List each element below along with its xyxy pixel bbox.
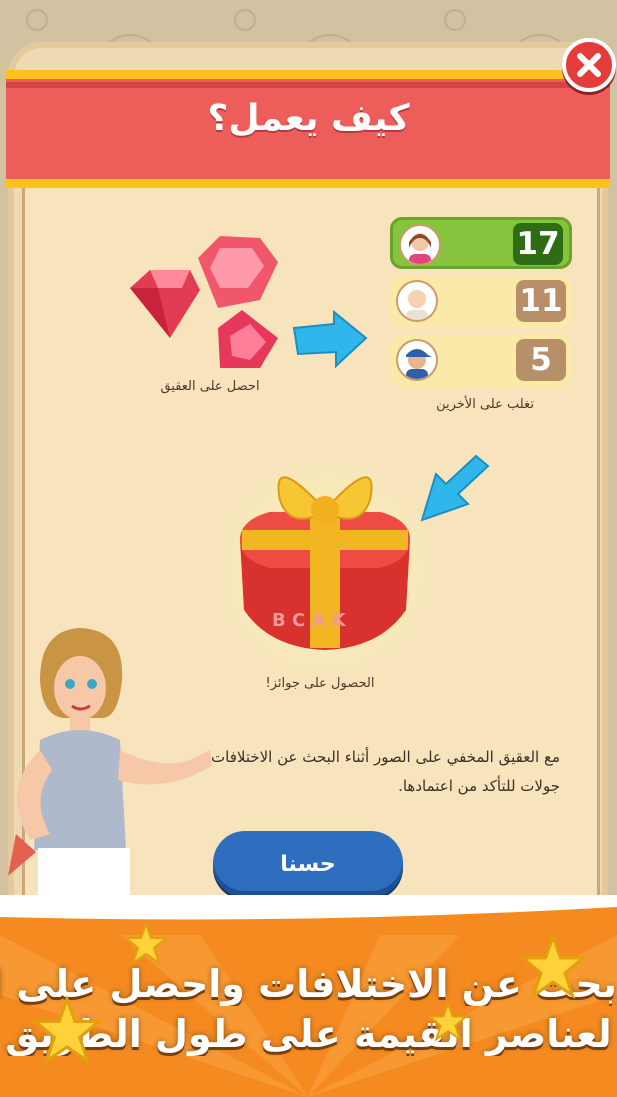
woman-brown-hair-avatar [399,224,441,266]
ruby-gem-icon [198,236,278,308]
close-icon [577,53,601,77]
star-icon [520,934,586,1000]
description-line-2: جولات للتأكد من اعتمادها. [398,777,560,795]
ruby-gem-icon [218,310,278,368]
arrow-right-icon [292,309,368,369]
close-button[interactable] [562,38,616,92]
gems-illustration [130,236,278,368]
score-third: 5 [516,339,566,381]
gift-lettering: B C A K [272,610,347,631]
host-character-illustration [8,628,212,920]
gift-box-illustration: B C A K [210,445,440,670]
leaderboard-row-second: 11 [390,276,572,328]
man-blue-cap-avatar [396,339,438,381]
score-first: 17 [513,223,563,265]
prize-caption: الحصول على جوائز! [265,676,375,691]
star-icon [428,1002,468,1042]
gems-caption: احصل على العقيق [160,379,260,394]
elderly-woman-avatar [396,280,438,322]
ruby-gem-icon [130,270,200,338]
leaderboard-row-third: 5 [390,335,572,387]
star-icon [32,996,102,1066]
description-line-1: مع العقيق المخفي على الصور أثناء البحث ع… [211,748,560,766]
dialog-title: كيف يعمل؟ [207,98,410,139]
leaderboard-row-first: 17 [390,217,572,269]
leaderboard-caption: تغلب على الأخرين [436,397,534,412]
ok-button[interactable]: حسنا [213,831,403,897]
score-second: 11 [516,280,566,322]
star-icon [124,922,168,966]
